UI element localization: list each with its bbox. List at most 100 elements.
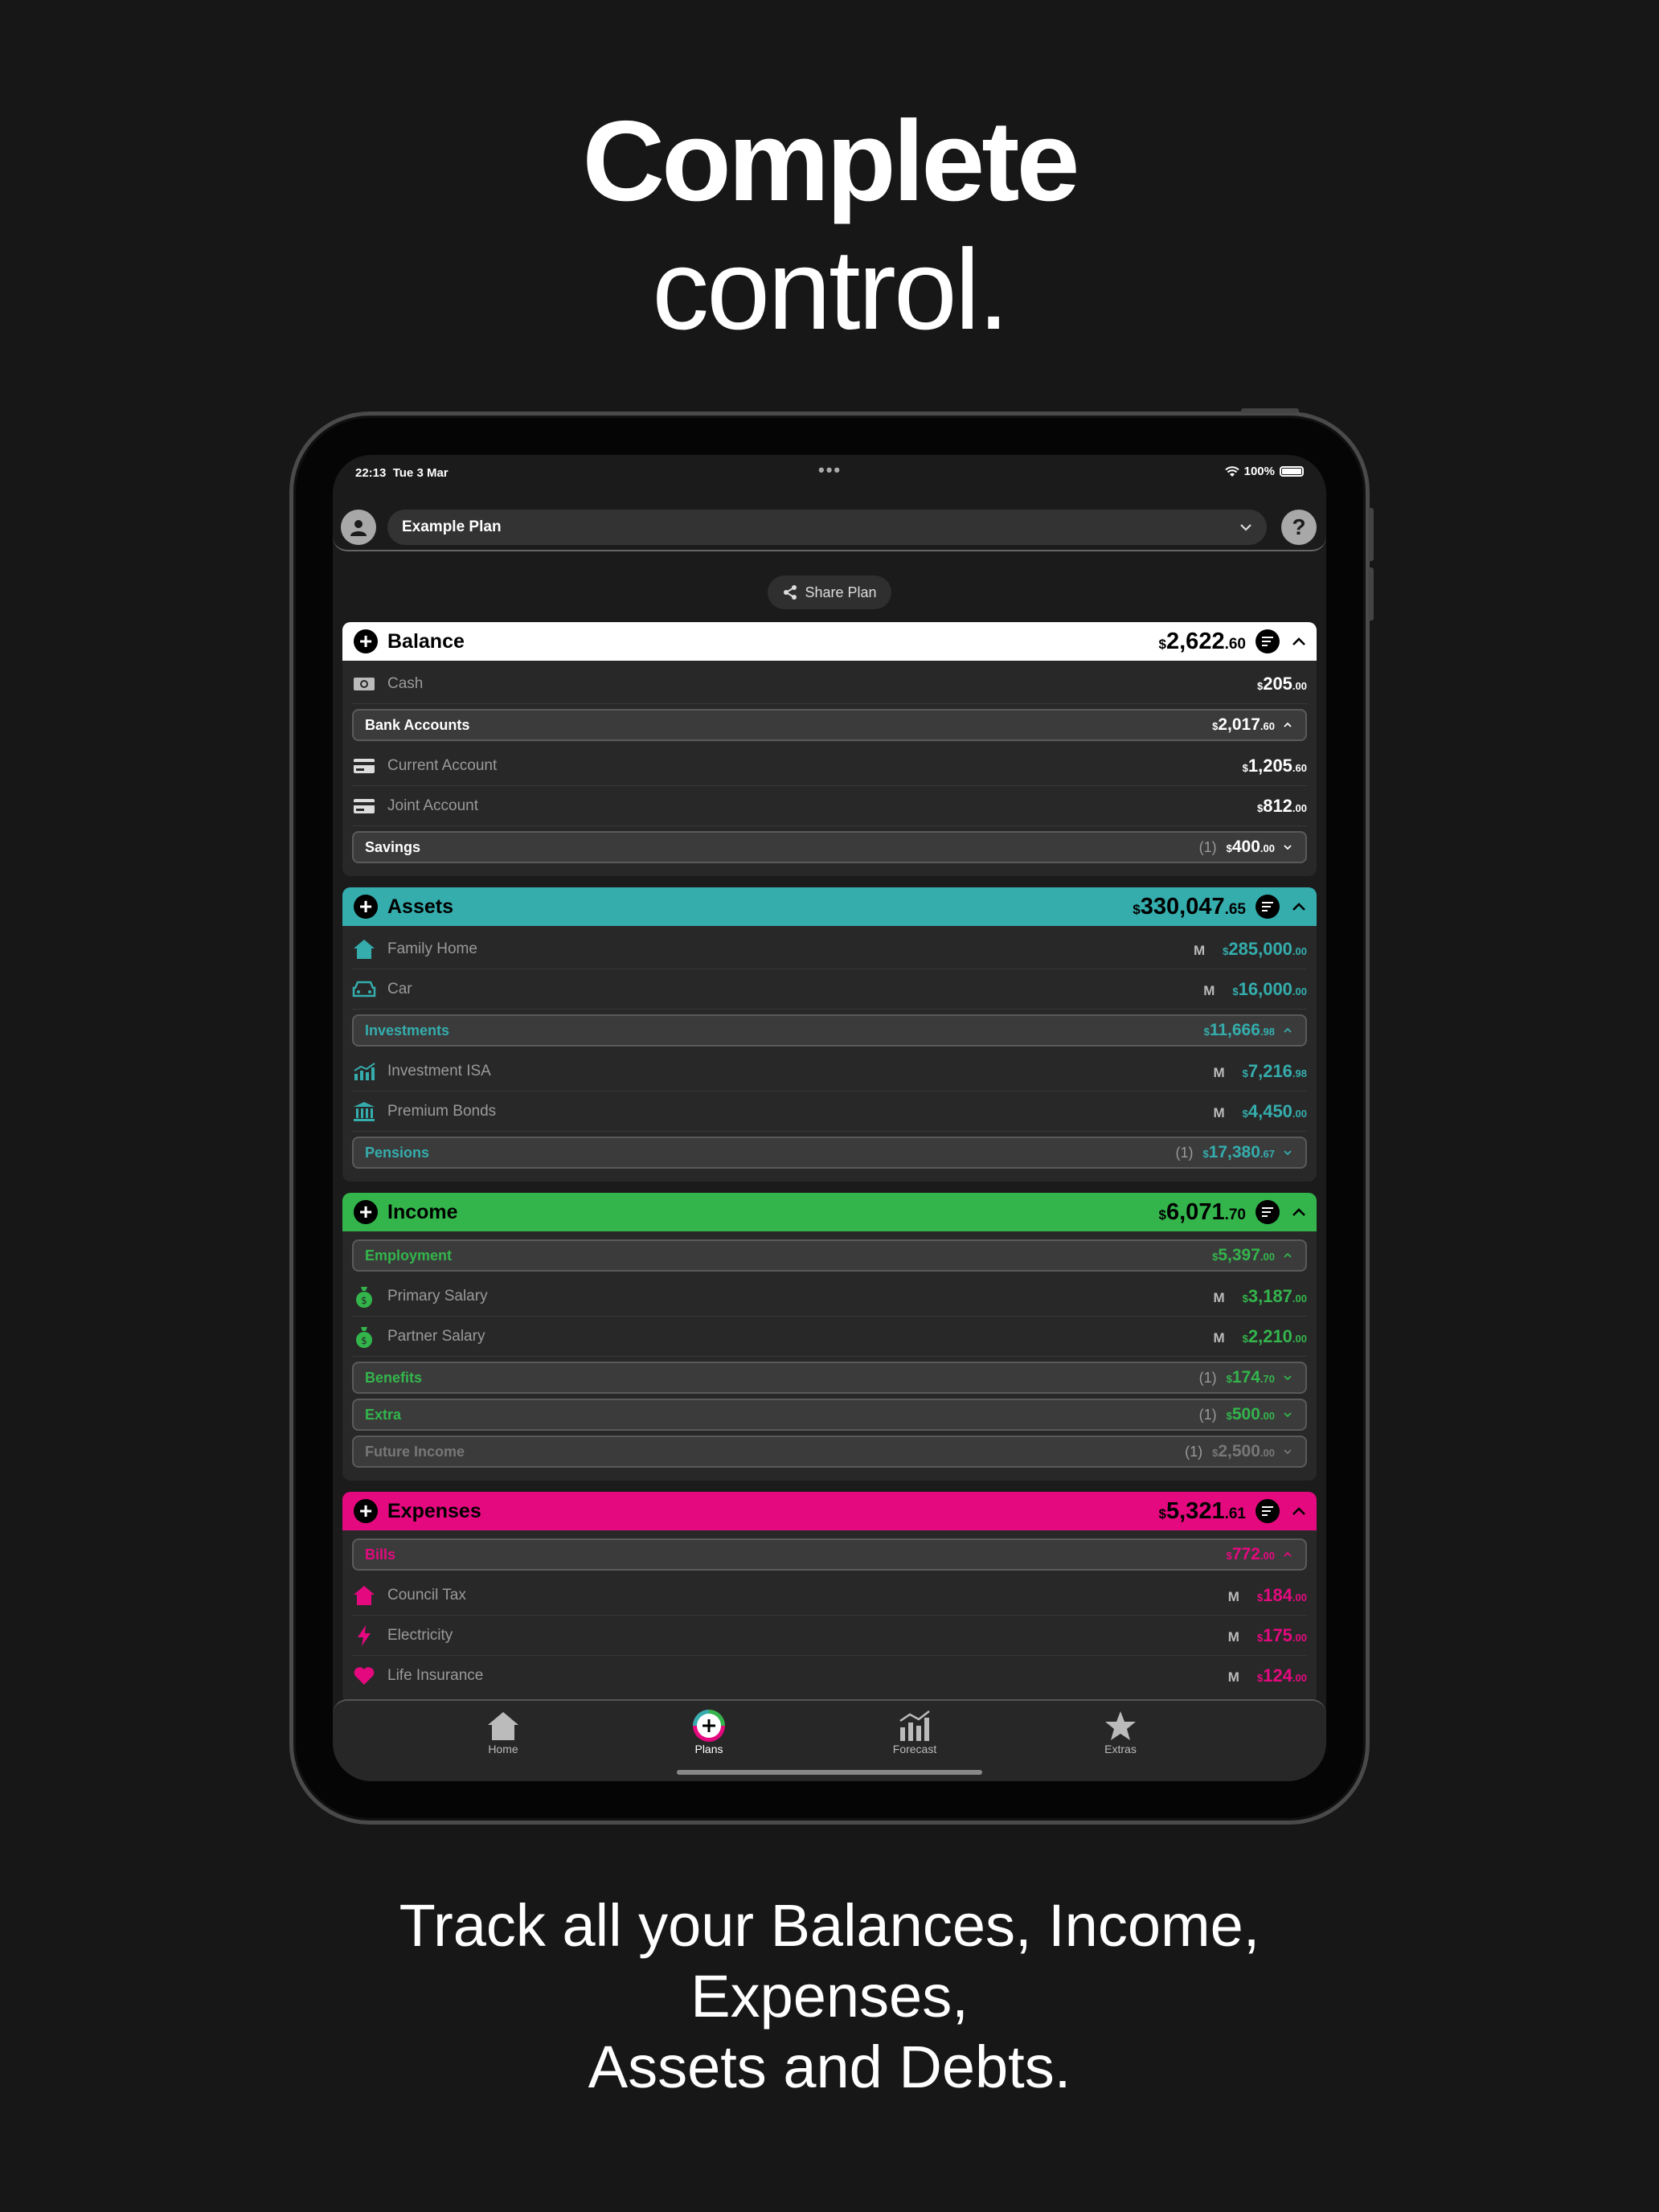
group-benefits[interactable]: Benefits (1) $174.70 — [352, 1362, 1307, 1394]
group-label: Bank Accounts — [365, 716, 470, 733]
list-item[interactable]: Family Home M $285,000.00 — [352, 929, 1307, 969]
list-item[interactable]: Electricity M $175.00 — [352, 1616, 1307, 1656]
group-pensions[interactable]: Pensions (1) $17,380.67 — [352, 1137, 1307, 1169]
home-indicator[interactable] — [677, 1770, 982, 1775]
list-item[interactable]: $ Partner Salary M $2,210.00 — [352, 1317, 1307, 1357]
group-amount: $500.00 — [1226, 1405, 1275, 1423]
item-label: Partner Salary — [387, 1327, 485, 1345]
lightning-icon — [352, 1624, 376, 1648]
tagline-line1: Track all your Balances, Income, — [399, 1892, 1260, 1959]
share-plan-label: Share Plan — [805, 584, 877, 600]
group-label: Savings — [365, 838, 421, 855]
collapse-button[interactable] — [1291, 1506, 1307, 1516]
profile-button[interactable] — [341, 510, 376, 545]
chevron-down-icon — [1283, 1448, 1294, 1455]
chevron-up-icon — [1283, 1027, 1294, 1034]
group-label: Pensions — [365, 1144, 430, 1161]
group-bank-accounts[interactable]: Bank Accounts $2,017.60 — [352, 709, 1307, 741]
group-savings[interactable]: Savings (1) $400.00 — [352, 831, 1307, 863]
group-extra[interactable]: Extra (1) $500.00 — [352, 1399, 1307, 1431]
tab-extras[interactable]: Extras — [1072, 1709, 1169, 1755]
expenses-list: Bills $772.00 Council Tax M $184.00 Elect… — [342, 1530, 1317, 1703]
list-icon — [1262, 1506, 1273, 1516]
status-bar: 22:13 Tue 3 Mar ••• 100% — [333, 455, 1326, 490]
tab-label: Forecast — [892, 1743, 937, 1755]
item-amount: M $285,000.00 — [1193, 938, 1307, 959]
list-item[interactable]: Cash $205.00 — [352, 664, 1307, 704]
house-icon — [488, 1712, 518, 1740]
tab-plans[interactable]: Plans — [661, 1709, 757, 1755]
list-item[interactable]: Car M $16,000.00 — [352, 969, 1307, 1010]
list-item[interactable]: Joint Account $812.00 — [352, 786, 1307, 826]
house-icon — [352, 937, 376, 961]
tab-home[interactable]: Home — [455, 1709, 551, 1755]
list-item[interactable]: $ Primary Salary M $3,187.00 — [352, 1276, 1307, 1317]
list-item[interactable]: Council Tax M $184.00 — [352, 1575, 1307, 1616]
add-income-button[interactable]: + — [354, 1200, 378, 1224]
section-title: Income — [387, 1200, 458, 1223]
card-icon — [352, 794, 376, 818]
headline-line1: Complete — [582, 97, 1080, 225]
sort-menu-button[interactable] — [1256, 1499, 1280, 1523]
group-future-income[interactable]: Future Income (1) $2,500.00 — [352, 1436, 1307, 1468]
share-icon — [784, 585, 797, 600]
assets-header[interactable]: + Assets $330,047.65 — [342, 887, 1317, 926]
volume-down-button — [1368, 567, 1374, 621]
group-amount: $5,397.00 — [1212, 1246, 1275, 1264]
multitask-dots-icon[interactable]: ••• — [818, 460, 842, 481]
item-label: Car — [387, 980, 412, 997]
tab-forecast[interactable]: Forecast — [866, 1709, 963, 1755]
list-item[interactable]: Investment ISA M $7,216.98 — [352, 1051, 1307, 1092]
add-asset-button[interactable]: + — [354, 895, 378, 919]
income-header[interactable]: + Income $6,071.70 — [342, 1193, 1317, 1231]
frequency-badge: M — [1203, 982, 1215, 998]
group-label: Investments — [365, 1022, 450, 1038]
chevron-up-icon — [1283, 722, 1294, 728]
list-item[interactable]: Current Account $1,205.60 — [352, 746, 1307, 786]
assets-section: + Assets $330,047.65 Family Home M $285,0… — [342, 887, 1317, 1182]
chevron-down-icon — [1283, 1411, 1294, 1418]
sort-menu-button[interactable] — [1256, 895, 1280, 919]
group-investments[interactable]: Investments $11,666.98 — [352, 1014, 1307, 1047]
status-right: 100% — [1224, 465, 1304, 478]
item-label: Investment ISA — [387, 1062, 491, 1079]
power-button — [1241, 408, 1299, 413]
volume-up-button — [1368, 508, 1374, 561]
list-icon — [1262, 637, 1273, 646]
plan-name: Example Plan — [402, 518, 502, 535]
tagline-line3: Assets and Debts. — [588, 2034, 1071, 2100]
sort-menu-button[interactable] — [1256, 629, 1280, 653]
headline: Complete control. — [0, 104, 1659, 347]
money-bag-icon: $ — [352, 1284, 376, 1309]
add-expense-button[interactable]: + — [354, 1499, 378, 1523]
group-count: (1) — [1198, 838, 1217, 855]
list-item[interactable]: Premium Bonds M $4,450.00 — [352, 1092, 1307, 1132]
expenses-header[interactable]: + Expenses $5,321.61 — [342, 1492, 1317, 1530]
plan-selector[interactable]: Example Plan — [387, 510, 1267, 545]
chevron-down-icon — [1240, 524, 1251, 531]
group-label: Employment — [365, 1247, 453, 1264]
chevron-up-icon — [1292, 902, 1305, 911]
balance-header[interactable]: + Balance $2,622.60 — [342, 622, 1317, 661]
add-balance-button[interactable]: + — [354, 629, 378, 653]
share-plan-button[interactable]: Share Plan — [768, 576, 891, 609]
group-amount: $17,380.67 — [1202, 1143, 1275, 1161]
list-item[interactable]: Life Insurance M $124.00 — [352, 1656, 1307, 1695]
collapse-button[interactable] — [1291, 1207, 1307, 1217]
collapse-button[interactable] — [1291, 902, 1307, 911]
help-button[interactable]: ? — [1281, 510, 1317, 545]
chevron-down-icon — [1283, 1149, 1294, 1156]
group-label: Future Income — [365, 1443, 465, 1460]
sort-menu-button[interactable] — [1256, 1200, 1280, 1224]
collapse-button[interactable] — [1291, 637, 1307, 646]
item-amount: M $3,187.00 — [1213, 1285, 1307, 1306]
chevron-up-icon — [1292, 1506, 1305, 1515]
expenses-total: $5,321.61 — [1158, 1497, 1246, 1524]
star-icon — [1105, 1711, 1136, 1740]
group-bills[interactable]: Bills $772.00 — [352, 1538, 1307, 1571]
chevron-up-icon — [1292, 637, 1305, 645]
wifi-icon — [1224, 465, 1239, 477]
group-employment[interactable]: Employment $5,397.00 — [352, 1239, 1307, 1272]
chevron-down-icon — [1283, 1374, 1294, 1381]
tagline: Track all your Balances, Income, Expense… — [0, 1890, 1659, 2103]
